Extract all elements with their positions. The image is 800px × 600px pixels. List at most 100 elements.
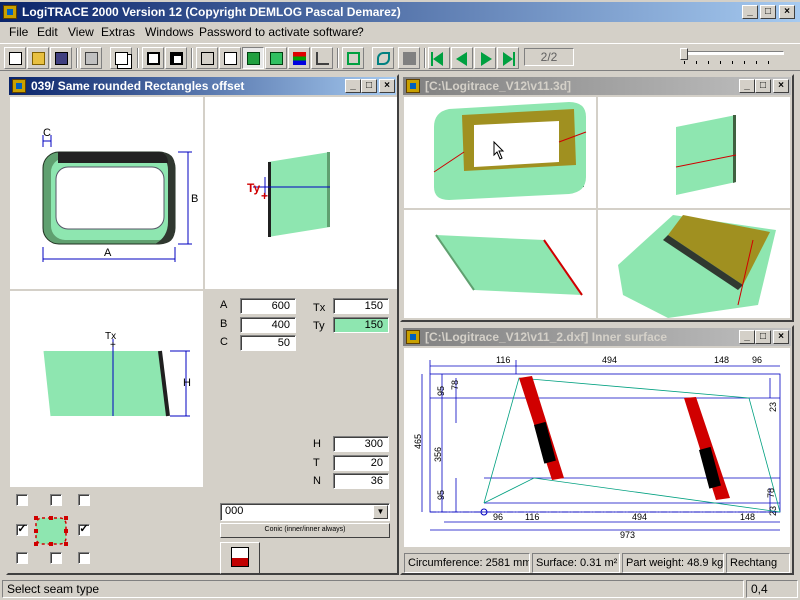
menu-password[interactable]: Password to activate software [199,25,358,39]
seam-checkbox-top-middle[interactable] [50,494,62,506]
view-3d-iso-pane[interactable] [598,210,790,318]
dim-left-356: 356 [433,447,443,462]
ty-label: Ty [247,181,260,195]
slider-thumb[interactable] [680,48,688,60]
window-close-button[interactable]: × [379,79,395,93]
view-3d-maximize-button[interactable]: □ [755,79,771,93]
info-button[interactable] [398,47,420,69]
dim-left-78: 78 [450,380,460,390]
last-page-button[interactable] [497,47,519,69]
view-3d-minimize-button[interactable]: _ [739,79,755,93]
open-file-button[interactable] [27,47,49,69]
dxf-drawing-pane[interactable]: 116 494 148 96 96 116 494 148 973 465 35… [404,348,790,547]
shape-info: Rechtang [726,553,790,573]
seam-checkbox-bottom-left[interactable] [16,552,28,564]
menu-edit[interactable]: Edit [37,25,58,39]
previous-page-button[interactable] [451,47,473,69]
view-single-button[interactable] [142,47,164,69]
maximize-button[interactable]: □ [760,5,776,19]
view-3d-close-button[interactable]: × [773,79,789,93]
top-view-pane[interactable]: A B C [10,97,203,289]
arrow-right-icon [481,52,492,66]
seam-type-select[interactable]: 000 ▼ [220,503,390,521]
dim-right-23-bottom: 23 [768,506,778,516]
param-n-input[interactable]: 36 [333,473,389,489]
param-t-label: T [313,457,320,469]
dxf-maximize-button[interactable]: □ [755,330,771,344]
view-3d-perspective-pane[interactable] [404,97,596,208]
last-page-icon [503,52,513,66]
param-t-input[interactable]: 20 [333,455,389,471]
window-icon [406,79,420,93]
view-3d-top-pane[interactable] [404,210,596,318]
color-map-button[interactable] [288,47,310,69]
side-3d-drawing [675,115,737,195]
param-ty-input[interactable]: 150 [333,317,389,333]
param-tx-input[interactable]: 150 [333,298,389,314]
circumference-info: Circumference: 2581 mm [404,553,530,573]
dxf-minimize-button[interactable]: _ [739,330,755,344]
hidden-line-cube-button[interactable] [219,47,241,69]
param-c-input[interactable]: 50 [240,335,296,351]
paint-tool-button[interactable] [220,542,260,574]
shaded-cube-button[interactable] [242,47,264,69]
tx-plus: + [110,340,116,351]
dim-label-a: A [104,247,112,259]
seam-checkbox-bottom-middle[interactable] [50,552,62,564]
seam-checkbox-top-left[interactable] [16,494,28,506]
seam-shape-preview[interactable] [32,514,72,550]
conic-button[interactable]: Conic (inner/inner always) [220,523,390,538]
wireframe-cube-button[interactable] [196,47,218,69]
param-b-input[interactable]: 400 [240,317,296,333]
tree-button[interactable] [311,47,333,69]
view-3d-side-pane[interactable] [598,97,790,208]
seam-checkbox-top-right[interactable] [78,494,90,506]
menu-windows[interactable]: Windows [145,25,194,39]
seam-type-value: 000 [225,505,244,517]
copy-button[interactable] [110,47,132,69]
minimize-button[interactable]: _ [742,5,758,19]
dim-top-148: 148 [714,355,729,365]
printer-icon [85,52,98,65]
menu-view[interactable]: View [68,25,94,39]
curve-button[interactable] [372,47,394,69]
seam-checkbox-left[interactable]: ✓ [16,524,28,536]
tree-icon [316,52,329,65]
new-file-button[interactable] [4,47,26,69]
app-icon[interactable] [3,5,17,19]
dim-right-78: 78 [766,488,776,498]
first-page-button[interactable] [428,47,450,69]
dxf-title: [C:\Logitrace_V12\v11_2.dxf] Inner surfa… [425,330,668,344]
menu-extras[interactable]: Extras [101,25,135,39]
param-h-input[interactable]: 300 [333,436,389,452]
wireframe-cube-icon [201,52,214,65]
menu-file[interactable]: File [9,25,28,39]
close-button[interactable]: × [779,5,795,19]
flatten-button[interactable] [342,47,364,69]
first-page-icon [433,52,443,66]
chevron-down-icon[interactable]: ▼ [373,505,388,519]
view-tile-button[interactable] [165,47,187,69]
print-button[interactable] [80,47,102,69]
front-view-pane[interactable]: Tx + H [10,291,203,487]
zoom-slider[interactable] [680,48,784,66]
save-button[interactable] [50,47,72,69]
dxf-close-button[interactable]: × [773,330,789,344]
dim-bottom-494: 494 [632,512,647,522]
menu-help[interactable]: ? [357,25,364,39]
window-maximize-button[interactable]: □ [361,79,377,93]
param-ty-label: Ty [313,320,325,332]
seam-checkbox-right[interactable]: ✓ [78,524,90,536]
dim-label-b: B [191,193,198,205]
param-a-input[interactable]: 600 [240,298,296,314]
next-page-button[interactable] [474,47,496,69]
solid-cube-button[interactable] [265,47,287,69]
perspective-drawing [433,102,587,200]
solid-cube-icon [270,52,283,65]
side-view-pane[interactable]: Ty + [205,97,397,289]
view-3d-title: [C:\Logitrace_V12\v11.3d] [425,79,572,93]
seam-checkbox-bottom-right[interactable] [78,552,90,564]
status-message: Select seam type [2,580,744,598]
window-minimize-button[interactable]: _ [345,79,361,93]
dim-top-116: 116 [496,355,510,365]
